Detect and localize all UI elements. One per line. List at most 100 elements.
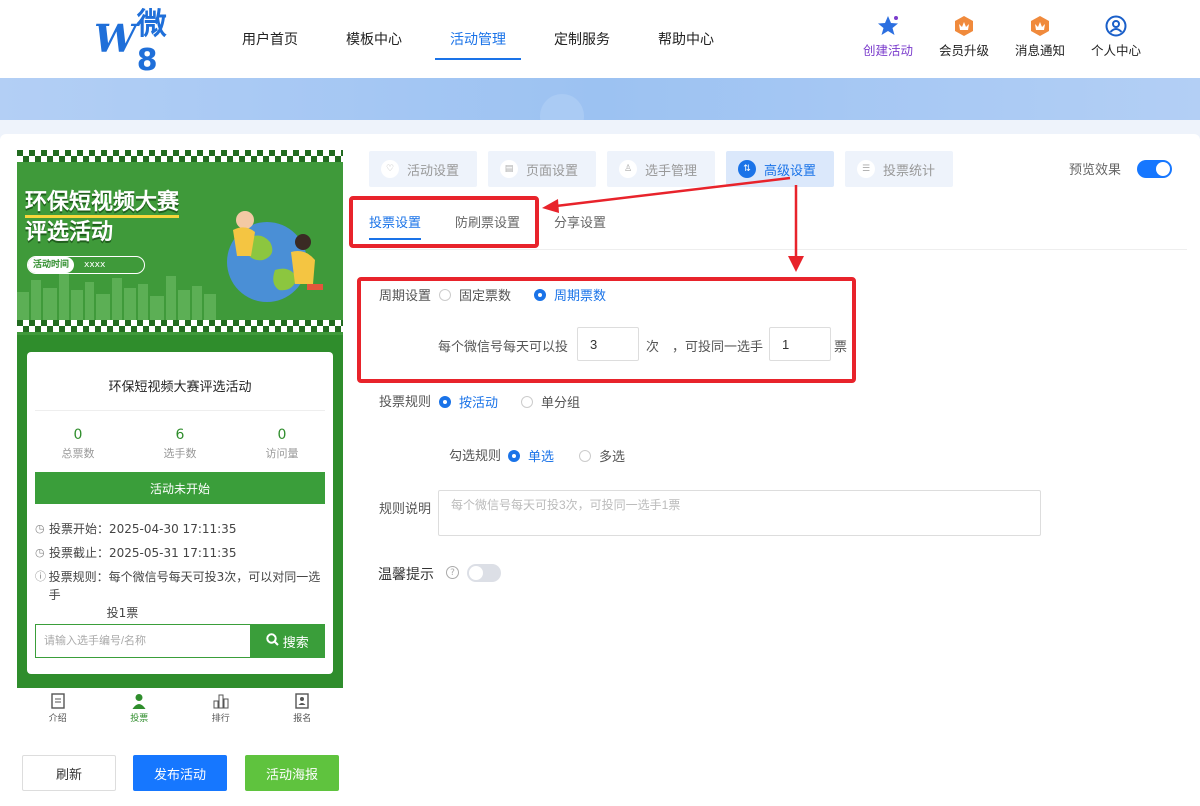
page-icon: ▤: [500, 160, 518, 178]
nav-right-actions: 创建活动 会员升级 消息通知 个人中心: [850, 14, 1154, 59]
preview-effect-toggle[interactable]: [1137, 159, 1173, 178]
per-day-count-input[interactable]: [577, 327, 639, 361]
publish-activity-button[interactable]: 发布活动: [133, 755, 227, 791]
stat-players-label: 选手数: [163, 447, 197, 460]
period-fixed-radio[interactable]: 固定票数: [439, 285, 511, 304]
step-player-management[interactable]: ♙ 选手管理: [607, 151, 715, 187]
crown-icon: [952, 14, 976, 38]
stat-total-votes-value: 0: [73, 427, 83, 443]
settings-steps: ♡ 活动设置 ▤ 页面设置 ♙ 选手管理 ⇅ 高级设置 ☰ 投票统计: [369, 151, 964, 187]
stat-visits: 0 访问量: [231, 427, 333, 461]
warm-tip-toggle[interactable]: [467, 564, 501, 582]
player-search-button[interactable]: 搜索: [249, 624, 325, 658]
signup-icon: [295, 692, 309, 709]
logo-text: 微8: [136, 6, 167, 78]
rule-by-activity-radio[interactable]: 按活动: [439, 392, 498, 411]
list-icon: ☰: [857, 160, 875, 178]
create-activity-button[interactable]: 创建活动: [850, 14, 926, 59]
player-search-input[interactable]: [35, 624, 250, 658]
mobile-tab-vote[interactable]: 投票: [99, 688, 181, 728]
step-advanced-settings[interactable]: ⇅ 高级设置: [726, 151, 834, 187]
user-center-button[interactable]: 个人中心: [1078, 14, 1154, 59]
step-vote-statistics[interactable]: ☰ 投票统计: [845, 151, 953, 187]
refresh-button[interactable]: 刷新: [22, 755, 116, 791]
help-icon[interactable]: ?: [446, 566, 459, 579]
select-single-radio[interactable]: 单选: [508, 446, 554, 465]
clock-icon: ◷: [35, 522, 45, 535]
stat-visits-label: 访问量: [265, 447, 299, 460]
activity-poster-button[interactable]: 活动海报: [245, 755, 339, 791]
member-upgrade-button[interactable]: 会员升级: [926, 14, 1002, 59]
player-search: 搜索: [35, 624, 325, 658]
document-icon: [51, 692, 65, 709]
mobile-tab-vote-label: 投票: [130, 713, 149, 724]
sub-tabs: 投票设置 防刷票设置 分享设置: [369, 210, 640, 240]
vote-start-text: 投票开始：2025-04-30 17:11:35: [49, 522, 237, 536]
same-player-count-input[interactable]: [769, 327, 831, 361]
vote-start-line: ◷ 投票开始：2025-04-30 17:11:35: [35, 520, 236, 538]
stat-total-votes-label: 总票数: [61, 447, 95, 460]
stat-total-votes: 0 总票数: [27, 427, 129, 461]
tab-share-settings[interactable]: 分享设置: [554, 210, 606, 240]
mobile-tab-signup[interactable]: 报名: [262, 688, 344, 728]
nav-item-templates[interactable]: 模板中心: [322, 0, 426, 78]
mobile-preview: 环保短视频大赛 评选活动 活动时间 xxxx 环保短视频大赛评选活动 0 总票数…: [17, 150, 343, 688]
activity-title: 环保短视频大赛评选活动: [108, 380, 252, 395]
earth-people-illustration: [227, 211, 323, 302]
per-day-text: 每个微信号每天可以投: [438, 340, 569, 355]
mobile-tabbar: 介绍 投票 排行 报名: [17, 688, 343, 728]
stat-players: 6 选手数: [129, 427, 231, 461]
tab-vote-settings[interactable]: 投票设置: [369, 210, 422, 240]
player-search-label: 搜索: [282, 635, 309, 651]
step-activity-settings[interactable]: ♡ 活动设置: [369, 151, 477, 187]
vote-end-line: ◷ 投票截止：2025-05-31 17:11:35: [35, 544, 236, 562]
poster-title-line2: 评选活动: [25, 220, 114, 245]
nav-item-activity-management[interactable]: 活动管理: [426, 0, 530, 78]
user-icon: [1104, 14, 1128, 38]
person-icon: ♙: [619, 160, 637, 178]
activity-status-bar[interactable]: 活动未开始: [35, 472, 325, 504]
poster-title-line1: 环保短视频大赛: [25, 190, 180, 218]
activity-info-card: 环保短视频大赛评选活动 0 总票数 6 选手数 0 访问量 活动未开始 ◷ 投票…: [27, 352, 333, 674]
period-cycle-label: 周期票数: [554, 289, 607, 304]
poster-time-value: xxxx: [84, 260, 106, 270]
rule-description-label: 规则说明: [379, 502, 432, 517]
logo[interactable]: W 微8: [94, 7, 186, 78]
select-multi-radio[interactable]: 多选: [579, 446, 625, 465]
votes-unit: 票: [834, 340, 848, 355]
select-single-label: 单选: [528, 450, 555, 465]
vote-rule-line: ⓘ 投票规则：每个微信号每天可投3次，可以对同一选手 投1票: [35, 568, 325, 622]
vote-end-text: 投票截止：2025-05-31 17:11:35: [49, 546, 237, 560]
mobile-tab-signup-label: 报名: [293, 713, 312, 724]
tab-anti-fraud-settings[interactable]: 防刷票设置: [455, 210, 520, 240]
step-page-settings-label: 页面设置: [526, 163, 579, 179]
mobile-tab-intro[interactable]: 介绍: [17, 688, 99, 728]
select-rule-label: 勾选规则: [449, 449, 502, 464]
main-nav: 用户首页 模板中心 活动管理 定制服务 帮助中心: [218, 0, 738, 78]
period-fixed-label: 固定票数: [459, 289, 512, 304]
preview-effect: 预览效果: [1069, 159, 1173, 178]
vote-rule-text-2: 投1票: [106, 606, 139, 620]
notifications-label: 消息通知: [1014, 43, 1065, 58]
same-player-text: ，可投同一选手: [672, 340, 764, 355]
rule-single-group-radio[interactable]: 单分组: [521, 392, 580, 411]
notifications-button[interactable]: 消息通知: [1002, 14, 1078, 59]
nav-item-custom-service[interactable]: 定制服务: [530, 0, 634, 78]
poster-title: 环保短视频大赛 评选活动: [25, 188, 180, 248]
nav-item-home[interactable]: 用户首页: [218, 0, 322, 78]
step-player-management-label: 选手管理: [645, 163, 698, 179]
rank-icon: [213, 694, 229, 708]
mobile-tab-rank-label: 排行: [211, 713, 230, 724]
stat-visits-value: 0: [277, 427, 287, 443]
select-multi-label: 多选: [599, 450, 626, 465]
rule-description-input[interactable]: [438, 490, 1041, 536]
mobile-tab-intro-label: 介绍: [48, 713, 67, 724]
mobile-tab-rank[interactable]: 排行: [180, 688, 262, 728]
step-vote-statistics-label: 投票统计: [883, 163, 936, 179]
nav-item-help[interactable]: 帮助中心: [634, 0, 738, 78]
step-page-settings[interactable]: ▤ 页面设置: [488, 151, 596, 187]
period-cycle-radio[interactable]: 周期票数: [534, 285, 606, 304]
star-icon: [876, 14, 900, 38]
clock-icon: ◷: [35, 546, 45, 559]
heart-icon: ♡: [381, 160, 399, 178]
